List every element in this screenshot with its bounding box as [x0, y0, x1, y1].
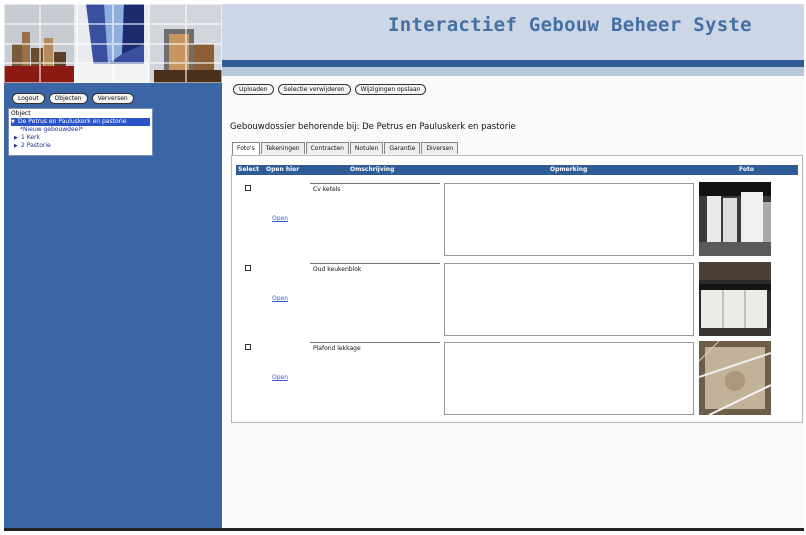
upload-button[interactable]: Uploaden — [233, 84, 274, 95]
tree-item-new-part[interactable]: *Nieuw gebouwdeel* — [11, 126, 150, 134]
row-select-checkbox[interactable] — [245, 344, 251, 350]
objects-button[interactable]: Objecten — [48, 93, 88, 104]
row-select-checkbox[interactable] — [245, 265, 251, 271]
tab-drawings[interactable]: Tekeningen — [260, 142, 305, 154]
table-row: Open Cv ketels — [236, 182, 798, 256]
caret-down-icon[interactable]: ▼ — [11, 118, 18, 126]
table-row: Open Plafond lekkage — [236, 341, 798, 415]
tab-bar: Foto's Tekeningen Contracten Notulen Gar… — [232, 142, 459, 155]
tree-item-label: 1 Kerk — [21, 134, 40, 141]
app-title: Interactief Gebouw Beheer Syste — [388, 14, 752, 36]
description-field[interactable]: Oud keukenblok — [310, 263, 440, 336]
save-changes-button[interactable]: Wijzigingen opslaan — [354, 84, 427, 95]
tree-item-label: De Petrus en Pauluskerk en pastorie — [18, 118, 127, 125]
open-link[interactable]: Open — [272, 295, 288, 302]
remark-field[interactable] — [444, 263, 694, 336]
header-divider — [222, 60, 804, 67]
photo-thumbnail-kitchen[interactable] — [699, 262, 771, 336]
object-tree: Object ▼ De Petrus en Pauluskerk en pasto… — [8, 108, 153, 156]
refresh-button[interactable]: Verversen — [91, 93, 134, 104]
tab-photos[interactable]: Foto's — [232, 142, 260, 155]
tab-minutes[interactable]: Notulen — [349, 142, 384, 154]
description-field[interactable]: Plafond lekkage — [310, 342, 440, 415]
description-field[interactable]: Cv ketels — [310, 183, 440, 256]
column-header-description: Omschrijving — [350, 166, 395, 173]
page-title: Gebouwdossier behorende bij: De Petrus e… — [230, 122, 516, 132]
table-row: Open Oud keukenblok — [236, 262, 798, 336]
logo-image — [4, 4, 222, 83]
sidebar: Logout Objecten Verversen Object ▼ De Pet… — [4, 4, 222, 530]
caret-right-icon[interactable]: ▶ — [14, 134, 21, 142]
column-header-photo: Foto — [739, 166, 754, 173]
column-header-remark: Opmerking — [550, 166, 588, 173]
main-toolbar: Uploaden Selectie verwijderen Wijziginge… — [233, 84, 427, 95]
row-select-checkbox[interactable] — [245, 185, 251, 191]
open-link[interactable]: Open — [272, 374, 288, 381]
photos-panel: Select Open hier Omschrijving Opmerking … — [231, 155, 803, 423]
tab-contracts[interactable]: Contracten — [305, 142, 349, 154]
tree-header: Object — [11, 110, 31, 117]
remark-field[interactable] — [444, 342, 694, 415]
tree-item-selected[interactable]: ▼ De Petrus en Pauluskerk en pastorie — [11, 118, 150, 126]
logout-button[interactable]: Logout — [12, 93, 45, 104]
tree-item-pastorie[interactable]: ▶ 2 Pastorie — [11, 142, 150, 150]
column-header-open: Open hier — [266, 166, 300, 173]
tab-warranty[interactable]: Garantie — [384, 142, 421, 154]
delete-selection-button[interactable]: Selectie verwijderen — [277, 84, 351, 95]
page-header: Interactief Gebouw Beheer Syste — [222, 4, 804, 60]
tree-item-label: 2 Pastorie — [21, 142, 51, 149]
remark-field[interactable] — [444, 183, 694, 256]
window-shadow — [4, 528, 804, 531]
tab-misc[interactable]: Diversen — [421, 142, 458, 154]
header-subbar — [222, 67, 804, 76]
column-header-select: Select — [238, 166, 259, 173]
caret-right-icon[interactable]: ▶ — [14, 142, 21, 150]
tree-item-label: *Nieuw gebouwdeel* — [20, 126, 84, 133]
tree-item-kerk[interactable]: ▶ 1 Kerk — [11, 134, 150, 142]
table-header: Select Open hier Omschrijving Opmerking … — [236, 165, 798, 175]
sidebar-toolbar: Logout Objecten Verversen — [12, 93, 134, 104]
app-window: Logout Objecten Verversen Object ▼ De Pet… — [4, 4, 804, 530]
photo-thumbnail-boiler-room[interactable] — [699, 182, 771, 256]
open-link[interactable]: Open — [272, 215, 288, 222]
photo-thumbnail-ceiling-leak[interactable] — [699, 341, 771, 415]
